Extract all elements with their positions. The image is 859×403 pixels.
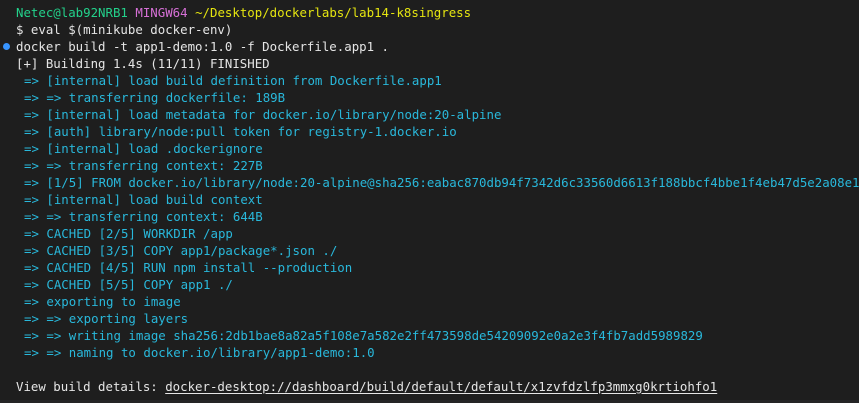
build-command-text: docker build -t app1-demo:1.0 -f Dockerf… xyxy=(16,39,389,54)
prompt-user-host: Netec@lab92NRB1 xyxy=(16,5,128,20)
build-details-link[interactable]: docker-desktop://dashboard/build/default… xyxy=(165,379,717,394)
build-step-line: => CACHED [3/5] COPY app1/package*.json … xyxy=(24,243,338,258)
build-details-line: View build details: docker-desktop://das… xyxy=(0,378,859,395)
build-step-line: => => transferring dockerfile: 189B xyxy=(24,90,286,105)
prompt-line: Netec@lab92NRB1 MINGW64 ~/Desktop/docker… xyxy=(0,4,859,21)
terminal-output[interactable]: Netec@lab92NRB1 MINGW64 ~/Desktop/docker… xyxy=(0,4,859,403)
prompt-shell: MINGW64 xyxy=(135,5,188,20)
build-step-line: => [internal] load build context xyxy=(24,192,263,207)
build-step-list: => [internal] load build definition from… xyxy=(0,72,859,361)
build-step-line: => exporting to image xyxy=(24,294,181,309)
eval-command-line: $ eval $(minikube docker-env) xyxy=(16,22,233,37)
build-details-label: View build details: xyxy=(16,379,166,394)
build-step-line: => => naming to docker.io/library/app1-d… xyxy=(24,345,375,360)
build-step-line: => CACHED [5/5] COPY app1 ./ xyxy=(24,277,233,292)
build-step-line: => => exporting layers xyxy=(24,311,189,326)
build-step-line: => [internal] load build definition from… xyxy=(24,73,442,88)
command-decoration-icon[interactable] xyxy=(3,43,10,50)
build-command-line: docker build -t app1-demo:1.0 -f Dockerf… xyxy=(0,38,859,55)
build-status-line: [+] Building 1.4s (11/11) FINISHED xyxy=(16,56,270,71)
build-step-line: => => transferring context: 227B xyxy=(24,158,263,173)
build-step-line: => [1/5] FROM docker.io/library/node:20-… xyxy=(24,175,859,190)
build-step-line: => [internal] load metadata for docker.i… xyxy=(24,107,502,122)
build-step-line: => => writing image sha256:2db1bae8a82a5… xyxy=(24,328,703,343)
build-step-line: => [auth] library/node:pull token for re… xyxy=(24,124,457,139)
prompt-path: ~/Desktop/dockerlabs/lab14-k8singress xyxy=(195,5,472,20)
build-step-line: => [internal] load .dockerignore xyxy=(24,141,263,156)
build-step-line: => CACHED [2/5] WORKDIR /app xyxy=(24,226,233,241)
build-step-line: => CACHED [4/5] RUN npm install --produc… xyxy=(24,260,353,275)
build-step-line: => => transferring context: 644B xyxy=(24,209,263,224)
